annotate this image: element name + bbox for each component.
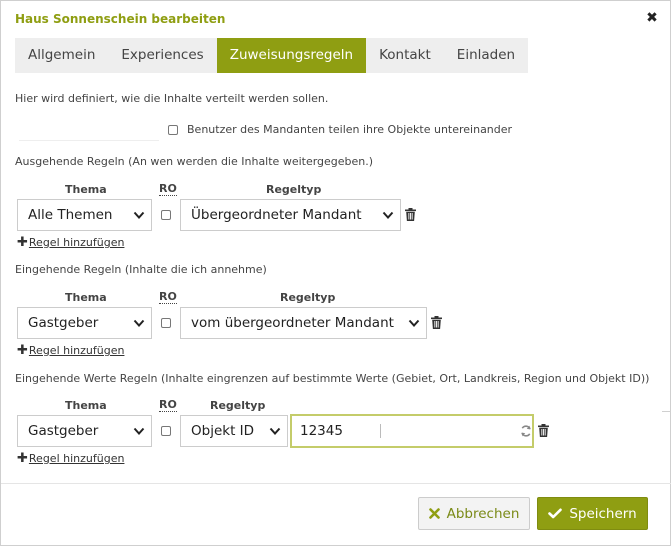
intro-text: Hier wird definiert, wie die Inhalte ver… bbox=[15, 92, 329, 105]
column-header-regeltyp: Regeltyp bbox=[210, 399, 266, 412]
value-thema-select[interactable]: Gastgeber bbox=[17, 415, 152, 447]
chevron-down-icon bbox=[133, 427, 145, 435]
outgoing-rules-label: Ausgehende Regeln (An wen werden die Inh… bbox=[15, 155, 374, 168]
trash-icon[interactable] bbox=[431, 316, 442, 329]
incoming-thema-select[interactable]: Gastgeber bbox=[17, 307, 152, 339]
column-header-regeltyp: Regeltyp bbox=[266, 183, 322, 196]
refresh-icon[interactable] bbox=[520, 424, 532, 438]
add-rule-label: Regel hinzufügen bbox=[28, 344, 125, 357]
column-header-ro: RO bbox=[159, 290, 177, 304]
value-regeltyp-value: Objekt ID bbox=[191, 423, 255, 439]
add-value-rule-link[interactable]: ✚Regel hinzufügen bbox=[17, 451, 124, 466]
tab-experiences[interactable]: Experiences bbox=[108, 38, 216, 73]
text-caret bbox=[380, 424, 381, 438]
x-icon bbox=[428, 508, 440, 519]
tab-zuweisungsregeln[interactable]: Zuweisungsregeln bbox=[216, 38, 367, 73]
incoming-rules-label: Eingehende Regeln (Inhalte die ich anneh… bbox=[15, 263, 267, 276]
share-objects-label: Benutzer des Mandanten teilen ihre Objek… bbox=[187, 123, 513, 136]
cancel-button[interactable]: Abbrechen bbox=[418, 497, 530, 530]
trash-icon[interactable] bbox=[405, 208, 416, 221]
value-thema-value: Gastgeber bbox=[28, 423, 99, 439]
chevron-down-icon bbox=[133, 319, 145, 327]
footer-divider bbox=[1, 483, 671, 484]
incoming-regeltyp-select[interactable]: vom übergeordneter Mandant bbox=[180, 307, 427, 339]
cancel-label: Abbrechen bbox=[446, 505, 520, 522]
object-id-input[interactable]: 12345 bbox=[290, 414, 534, 448]
dialog-title: Haus Sonnenschein bearbeiten bbox=[15, 12, 226, 26]
add-outgoing-rule-link[interactable]: ✚Regel hinzufügen bbox=[17, 235, 124, 250]
object-id-value: 12345 bbox=[300, 423, 343, 439]
share-objects-checkbox[interactable] bbox=[168, 124, 178, 135]
chevron-down-icon bbox=[382, 211, 394, 219]
add-incoming-rule-link[interactable]: ✚Regel hinzufügen bbox=[17, 343, 124, 358]
column-header-thema: Thema bbox=[65, 183, 107, 196]
outgoing-regeltyp-select[interactable]: Übergeordneter Mandant bbox=[180, 199, 401, 231]
tab-einladen[interactable]: Einladen bbox=[444, 38, 528, 73]
chevron-down-icon bbox=[133, 211, 145, 219]
incoming-ro-checkbox[interactable] bbox=[161, 318, 171, 328]
add-rule-label: Regel hinzufügen bbox=[28, 236, 125, 249]
outgoing-thema-value: Alle Themen bbox=[28, 207, 113, 223]
outgoing-ro-checkbox[interactable] bbox=[161, 210, 171, 220]
share-option-row: Benutzer des Mandanten teilen ihre Objek… bbox=[168, 123, 512, 136]
divider bbox=[662, 411, 671, 412]
column-header-ro: RO bbox=[159, 398, 177, 412]
incoming-regeltyp-value: vom übergeordneter Mandant bbox=[191, 315, 394, 331]
tab-bar: Allgemein Experiences Zuweisungsregeln K… bbox=[15, 38, 529, 73]
plus-icon: ✚ bbox=[17, 343, 28, 358]
value-ro-checkbox[interactable] bbox=[161, 426, 171, 436]
column-header-regeltyp: Regeltyp bbox=[280, 291, 336, 304]
column-header-thema: Thema bbox=[65, 399, 107, 412]
plus-icon: ✚ bbox=[17, 451, 28, 466]
value-regeltyp-select[interactable]: Objekt ID bbox=[180, 415, 288, 447]
outgoing-thema-select[interactable]: Alle Themen bbox=[17, 199, 152, 231]
chevron-down-icon bbox=[408, 319, 420, 327]
close-icon[interactable]: ✖ bbox=[644, 9, 660, 27]
tab-kontakt[interactable]: Kontakt bbox=[366, 38, 444, 73]
outgoing-regeltyp-value: Übergeordneter Mandant bbox=[191, 207, 362, 223]
divider bbox=[19, 140, 159, 141]
chevron-down-icon bbox=[269, 427, 281, 435]
column-header-thema: Thema bbox=[65, 291, 107, 304]
edit-dialog: Haus Sonnenschein bearbeiten ✖ Allgemein… bbox=[0, 0, 671, 546]
column-header-ro: RO bbox=[159, 182, 177, 196]
incoming-value-rules-label: Eingehende Werte Regeln (Inhalte eingren… bbox=[15, 372, 650, 385]
save-label: Speichern bbox=[569, 505, 637, 522]
trash-icon[interactable] bbox=[538, 424, 549, 437]
incoming-thema-value: Gastgeber bbox=[28, 315, 99, 331]
check-icon bbox=[548, 508, 563, 519]
plus-icon: ✚ bbox=[17, 235, 28, 250]
tab-allgemein[interactable]: Allgemein bbox=[15, 38, 108, 73]
save-button[interactable]: Speichern bbox=[537, 497, 648, 530]
add-rule-label: Regel hinzufügen bbox=[28, 452, 125, 465]
